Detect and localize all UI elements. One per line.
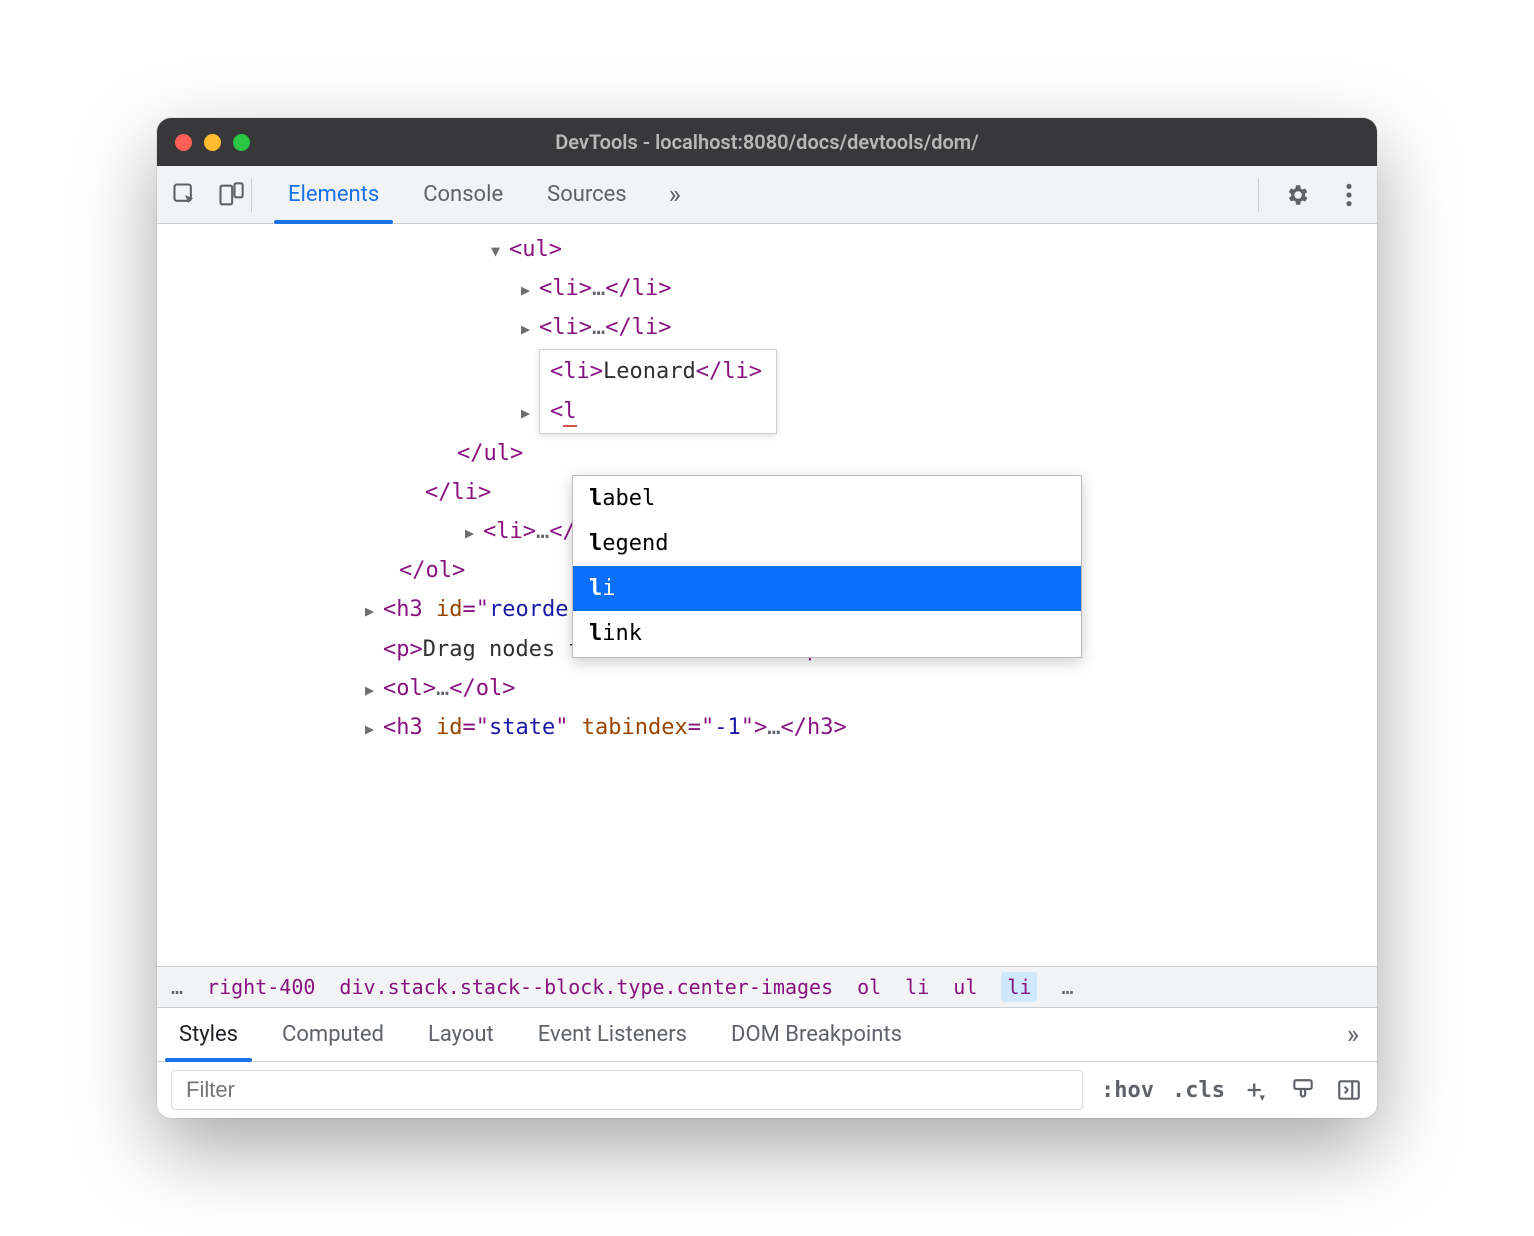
traffic-lights — [175, 134, 250, 151]
hov-toggle-button[interactable]: :hov — [1101, 1078, 1154, 1103]
device-toolbar-icon[interactable] — [217, 181, 245, 209]
dom-tree[interactable]: <ul> <li>…</li> <li>…</li> <li>Leonard</… — [157, 224, 1377, 966]
tab-event-listeners[interactable]: Event Listeners — [516, 1008, 709, 1061]
tab-styles[interactable]: Styles — [157, 1008, 260, 1061]
expand-arrow-icon[interactable] — [491, 238, 509, 265]
expand-arrow-icon[interactable] — [521, 400, 539, 427]
toolbar-separator — [251, 178, 252, 212]
tag-ul-close: ul — [484, 441, 511, 466]
minimize-window-button[interactable] — [204, 134, 221, 151]
inspect-element-icon[interactable] — [171, 181, 199, 209]
breadcrumb-overflow-right[interactable]: … — [1061, 975, 1073, 999]
cls-toggle-button[interactable]: .cls — [1172, 1078, 1225, 1103]
panel-tabs: Elements Console Sources — [266, 166, 649, 223]
autocomplete-item-legend[interactable]: legend — [573, 521, 1081, 566]
breadcrumb-li[interactable]: li — [905, 975, 929, 999]
styles-pane-tabs: Styles Computed Layout Event Listeners D… — [157, 1008, 1377, 1062]
breadcrumb-ul[interactable]: ul — [953, 975, 977, 999]
html-edit-box[interactable]: <li>Leonard</li> <l — [539, 349, 777, 433]
maximize-window-button[interactable] — [233, 134, 250, 151]
breadcrumb-overflow-left[interactable]: … — [171, 975, 183, 999]
tag-li: li — [552, 315, 579, 340]
tab-computed[interactable]: Computed — [260, 1008, 406, 1061]
expand-arrow-icon[interactable] — [521, 316, 539, 343]
tag-li-close: li — [452, 480, 479, 505]
breadcrumb-truncated[interactable]: right-400 — [207, 975, 315, 999]
autocomplete-popup: label legend li link — [572, 475, 1082, 658]
more-tabs-icon[interactable]: » — [649, 180, 701, 210]
tab-console[interactable]: Console — [401, 166, 525, 223]
breadcrumb-ol[interactable]: ol — [857, 975, 881, 999]
autocomplete-item-li[interactable]: li — [573, 566, 1081, 611]
main-toolbar: Elements Console Sources » — [157, 166, 1377, 224]
expand-arrow-icon[interactable] — [521, 277, 539, 304]
breadcrumb-li-selected[interactable]: li — [1001, 972, 1037, 1002]
tag-li: li — [496, 519, 523, 544]
autocomplete-item-link[interactable]: link — [573, 611, 1081, 656]
expand-arrow-icon[interactable] — [365, 716, 383, 743]
tab-dom-breakpoints[interactable]: DOM Breakpoints — [709, 1008, 924, 1061]
dom-breadcrumb[interactable]: … right-400 div.stack.stack--block.type.… — [157, 966, 1377, 1008]
tab-layout[interactable]: Layout — [406, 1008, 516, 1061]
titlebar: DevTools - localhost:8080/docs/devtools/… — [157, 118, 1377, 166]
styles-filter-row: :hov .cls ▾ — [157, 1062, 1377, 1118]
expand-arrow-icon[interactable] — [365, 677, 383, 704]
expand-arrow-icon[interactable] — [365, 598, 383, 625]
styles-filter-input[interactable] — [171, 1070, 1083, 1110]
devtools-window: DevTools - localhost:8080/docs/devtools/… — [157, 118, 1377, 1118]
paint-brush-icon[interactable] — [1289, 1076, 1317, 1104]
more-styles-tabs-icon[interactable]: » — [1329, 1020, 1377, 1050]
new-style-rule-icon[interactable]: ▾ — [1243, 1076, 1271, 1104]
settings-gear-icon[interactable] — [1283, 181, 1311, 209]
expand-arrow-icon[interactable] — [465, 520, 483, 547]
tab-sources[interactable]: Sources — [525, 166, 649, 223]
close-window-button[interactable] — [175, 134, 192, 151]
autocomplete-item-label[interactable]: label — [573, 476, 1081, 521]
toolbar-separator-right — [1258, 178, 1259, 212]
computed-styles-sidebar-icon[interactable] — [1335, 1076, 1363, 1104]
kebab-menu-icon[interactable] — [1335, 181, 1363, 209]
typed-text: l — [563, 399, 576, 427]
tag-ul: ul — [522, 237, 549, 262]
window-title: DevTools - localhost:8080/docs/devtools/… — [157, 130, 1377, 154]
tag-li: li — [552, 276, 579, 301]
tab-elements[interactable]: Elements — [266, 166, 401, 223]
tag-ol-close: ol — [426, 558, 453, 583]
breadcrumb-div[interactable]: div.stack.stack--block.type.center-image… — [339, 975, 833, 999]
